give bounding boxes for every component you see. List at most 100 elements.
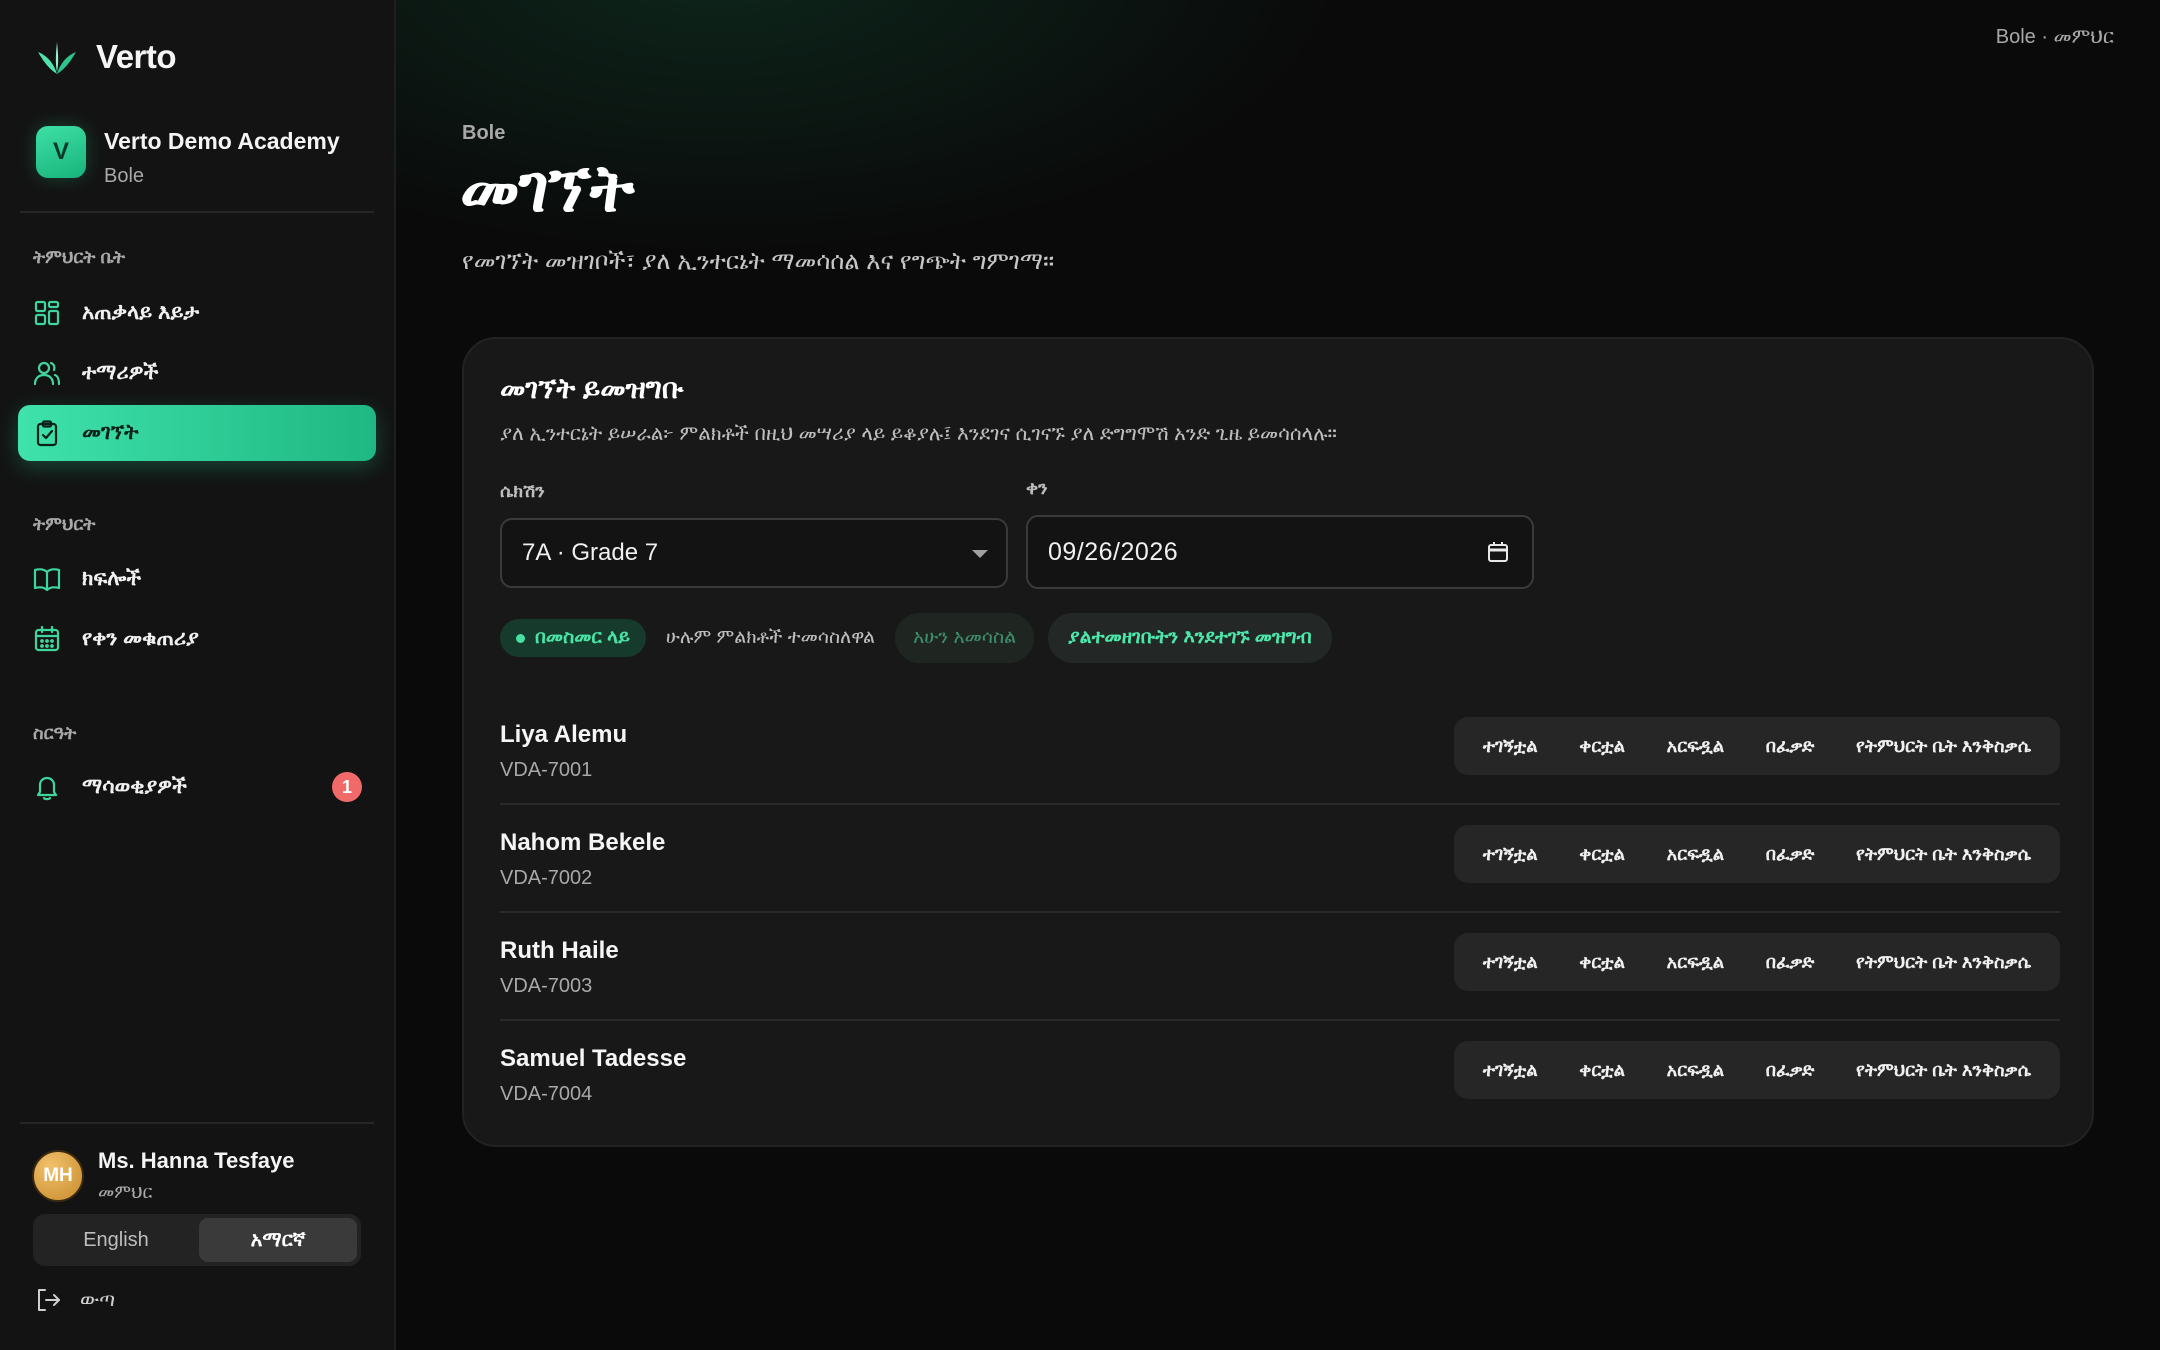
attendance-status-group: ተገኝቷል ቀርቷል አርፍዷል በፈቃድ የትምህርት ቤት እንቅስቃሴ: [1454, 717, 2060, 775]
school-name: Verto Demo Academy: [104, 128, 340, 154]
date-input[interactable]: 09/26/2026: [1026, 515, 1534, 589]
card-description: ያለ ኢንተርኔት ይሠራል፦ ምልክቶች በዚህ መሣሪያ ላይ ይቆያሉ፤ …: [500, 423, 1337, 445]
status-present-button[interactable]: ተገኝቷል: [1473, 836, 1548, 873]
section-field-label: ሴክሽን: [500, 481, 545, 501]
sidebar-item-label: አጠቃላይ እይታ: [82, 301, 200, 324]
book-icon: [32, 564, 62, 594]
online-status-badge: በመስመር ላይ: [500, 619, 646, 657]
status-excused-button[interactable]: በፈቃድ: [1756, 944, 1825, 981]
school-avatar: V: [36, 126, 86, 178]
school-switcher[interactable]: V Verto Demo Academy Bole: [36, 126, 340, 188]
dashboard-icon: [32, 298, 62, 328]
student-id: VDA-7003: [500, 975, 593, 997]
status-late-button[interactable]: አርፍዷል: [1657, 728, 1735, 765]
student-name: Liya Alemu: [500, 721, 628, 748]
student-list: Liya Alemu VDA-7001 ተገኝቷል ቀርቷል አርፍዷል በፈቃ…: [500, 697, 2060, 1129]
status-excused-button[interactable]: በፈቃድ: [1756, 1052, 1825, 1089]
divider: [20, 1122, 374, 1124]
sync-status-row: በመስመር ላይ ሁሉም ምልክቶች ተመሳስለዋል አሁን አመሳስል ያልተ…: [500, 613, 1332, 663]
school-branch: Bole: [104, 165, 145, 187]
sidebar-item-calendar[interactable]: የቀን መቁጠሪያ: [18, 611, 376, 667]
date-input-value: 09/26/2026: [1048, 537, 1179, 566]
status-absent-button[interactable]: ቀርቷል: [1569, 728, 1635, 765]
sidebar-item-attendance[interactable]: መገኘት: [18, 405, 376, 461]
language-toggle: English አማርኛ: [33, 1214, 361, 1266]
sidebar-item-classes[interactable]: ክፍሎች: [18, 551, 376, 607]
clipboard-check-icon: [32, 418, 62, 448]
status-present-button[interactable]: ተገኝቷል: [1473, 944, 1548, 981]
list-item: Nahom Bekele VDA-7002 ተገኝቷል ቀርቷል አርፍዷል በ…: [500, 805, 2060, 913]
student-id: VDA-7001: [500, 759, 593, 781]
status-school-activity-button[interactable]: የትምህርት ቤት እንቅስቃሴ: [1846, 1052, 2041, 1089]
section-label-school: ትምህርት ቤት: [33, 247, 126, 267]
avatar: MH: [32, 1149, 84, 1202]
status-excused-button[interactable]: በፈቃድ: [1756, 728, 1825, 765]
list-item: Samuel Tadesse VDA-7004 ተገኝቷል ቀርቷል አርፍዷል…: [500, 1021, 2060, 1129]
list-item: Liya Alemu VDA-7001 ተገኝቷል ቀርቷል አርፍዷል በፈቃ…: [500, 697, 2060, 805]
status-present-button[interactable]: ተገኝቷል: [1473, 728, 1548, 765]
status-absent-button[interactable]: ቀርቷል: [1569, 1052, 1635, 1089]
online-dot-icon: [516, 633, 525, 643]
status-school-activity-button[interactable]: የትምህርት ቤት እንቅስቃሴ: [1846, 728, 2041, 765]
section-label-learning: ትምህርት: [33, 514, 96, 534]
sidebar-item-label: ተማሪዎች: [82, 361, 159, 384]
status-present-button[interactable]: ተገኝቷል: [1473, 1052, 1548, 1089]
language-option-amharic[interactable]: አማርኛ: [199, 1218, 357, 1262]
user-role: መምህር: [98, 1182, 153, 1202]
sidebar-item-students[interactable]: ተማሪዎች: [18, 345, 376, 401]
divider: [20, 211, 374, 213]
student-name: Nahom Bekele: [500, 829, 666, 856]
status-excused-button[interactable]: በፈቃድ: [1756, 836, 1825, 873]
mark-unrecorded-present-button[interactable]: ያልተመዘገቡትን እንደተገኙ መዝግብ: [1048, 613, 1332, 663]
leaf-logo-icon: [38, 42, 76, 74]
attendance-status-group: ተገኝቷል ቀርቷል አርፍዷል በፈቃድ የትምህርት ቤት እንቅስቃሴ: [1454, 933, 2060, 991]
status-absent-button[interactable]: ቀርቷል: [1569, 944, 1635, 981]
attendance-status-group: ተገኝቷል ቀርቷል አርፍዷል በፈቃድ የትምህርት ቤት እንቅስቃሴ: [1454, 825, 2060, 883]
user-context-label: Bole · መምህር: [1995, 26, 2114, 48]
section-select-value: 7A · Grade 7: [522, 539, 659, 566]
notification-count-badge: 1: [332, 772, 362, 802]
online-status-label: በመስመር ላይ: [535, 627, 630, 648]
page-subtitle: የመገኘት መዝገቦች፣ ያለ ኢንተርኔት ማመሳሰል እና የግጭት ግምገ…: [462, 248, 1055, 275]
student-id: VDA-7002: [500, 867, 593, 889]
attendance-status-group: ተገኝቷል ቀርቷል አርፍዷል በፈቃድ የትምህርት ቤት እንቅስቃሴ: [1454, 1041, 2060, 1099]
student-name: Ruth Haile: [500, 937, 619, 964]
status-school-activity-button[interactable]: የትምህርት ቤት እንቅስቃሴ: [1846, 944, 2041, 981]
breadcrumb: Bole: [462, 122, 506, 144]
logout-label: ውጣ: [80, 1288, 116, 1311]
attendance-card: መገኘት ይመዝግቡ ያለ ኢንተርኔት ይሠራል፦ ምልክቶች በዚህ መሣሪ…: [462, 337, 2094, 1147]
student-id: VDA-7004: [500, 1083, 593, 1105]
user-name: Ms. Hanna Tesfaye: [98, 1148, 295, 1173]
sidebar: Verto V Verto Demo Academy Bole ትምህርት ቤት…: [0, 0, 396, 1350]
users-icon: [32, 358, 62, 388]
status-late-button[interactable]: አርፍዷል: [1657, 836, 1735, 873]
status-absent-button[interactable]: ቀርቷል: [1569, 836, 1635, 873]
page-title: መገኘት: [460, 151, 634, 225]
language-option-english[interactable]: English: [37, 1218, 195, 1262]
sidebar-item-label: ክፍሎች: [82, 567, 142, 590]
section-select[interactable]: 7A · Grade 7: [500, 518, 1008, 588]
date-field-label: ቀን: [1026, 478, 1048, 498]
chevron-down-icon: [972, 550, 988, 558]
sidebar-item-label: ማሳወቂያዎች: [82, 775, 187, 798]
brand[interactable]: Verto: [34, 34, 177, 80]
card-title: መገኘት ይመዝግቡ: [500, 373, 684, 404]
sync-status-text: ሁሉም ምልክቶች ተመሳስለዋል: [665, 627, 876, 648]
sidebar-item-overview[interactable]: አጠቃላይ እይታ: [18, 285, 376, 341]
sync-now-button[interactable]: አሁን አመሳስል: [895, 613, 1035, 663]
sidebar-item-label: መገኘት: [82, 421, 139, 444]
list-item: Ruth Haile VDA-7003 ተገኝቷል ቀርቷል አርፍዷል በፈቃ…: [500, 913, 2060, 1021]
status-late-button[interactable]: አርፍዷል: [1657, 1052, 1735, 1089]
calendar-icon: [32, 624, 62, 654]
calendar-picker-icon[interactable]: [1486, 540, 1510, 564]
section-label-system: ስርዓት: [33, 723, 77, 743]
sidebar-item-notifications[interactable]: ማሳወቂያዎች 1: [18, 759, 376, 815]
logout-button[interactable]: ውጣ: [34, 1286, 115, 1314]
user-profile[interactable]: MH Ms. Hanna Tesfaye መምህር: [32, 1148, 294, 1203]
sidebar-item-label: የቀን መቁጠሪያ: [82, 627, 199, 650]
student-name: Samuel Tadesse: [500, 1045, 687, 1072]
status-late-button[interactable]: አርፍዷል: [1657, 944, 1735, 981]
bell-icon: [32, 772, 62, 802]
logout-icon: [38, 1289, 60, 1311]
status-school-activity-button[interactable]: የትምህርት ቤት እንቅስቃሴ: [1846, 836, 2041, 873]
